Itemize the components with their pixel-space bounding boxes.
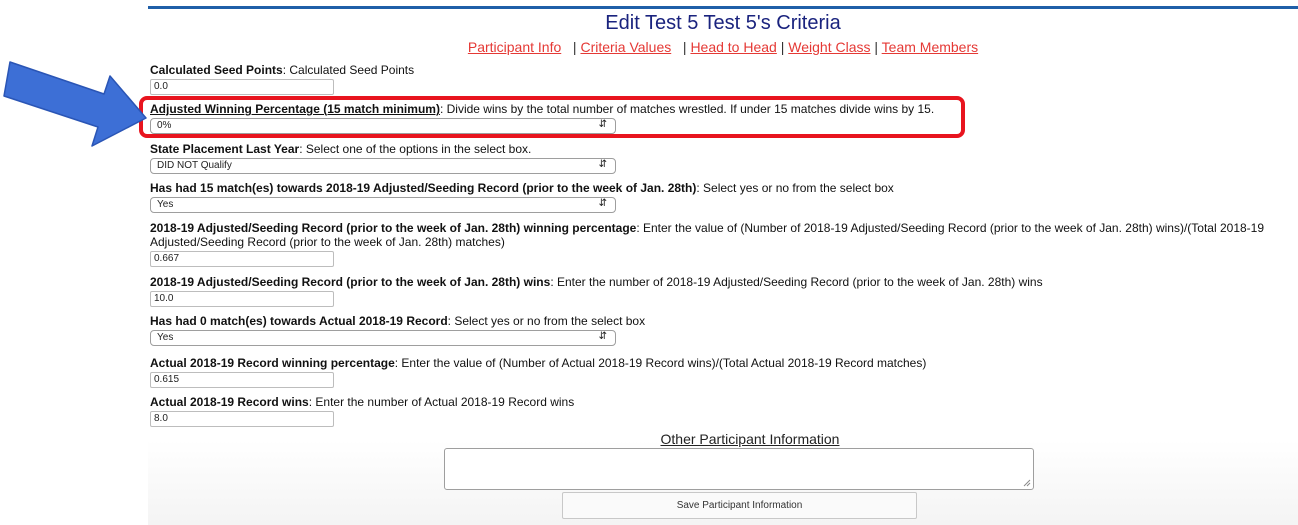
field-label: Calculated Seed Points: Calculated Seed … — [150, 63, 415, 77]
field-actual-winning-percentage: Actual 2018-19 Record winning percentage… — [150, 356, 1280, 388]
field-label: Actual 2018-19 Record winning percentage… — [150, 356, 927, 370]
arrow-annotation-icon — [3, 61, 147, 147]
nav-participant-info[interactable]: Participant Info — [468, 39, 561, 55]
select-value: Yes — [157, 199, 174, 210]
field-label: 2018-19 Adjusted/Seeding Record (prior t… — [150, 275, 1043, 289]
field-has-15-matches: Has had 15 match(es) towards 2018-19 Adj… — [150, 181, 1280, 213]
other-info-title: Other Participant Information — [660, 431, 840, 447]
adjusted-winning-pct-input[interactable]: 0.667 — [150, 251, 334, 267]
state-placement-select[interactable]: DID NOT Qualify ⇵ — [150, 158, 616, 174]
save-participant-button[interactable]: Save Participant Information — [562, 492, 917, 519]
nav-head-to-head[interactable]: Head to Head — [690, 39, 776, 55]
field-state-placement: State Placement Last Year: Select one of… — [150, 142, 1280, 174]
nav-links: Participant Info | Criteria Values | Hea… — [148, 39, 1298, 55]
field-adjusted-wins: 2018-19 Adjusted/Seeding Record (prior t… — [150, 275, 1280, 307]
actual-winning-pct-input[interactable]: 0.615 — [150, 372, 334, 388]
field-calculated-seed-points: Calculated Seed Points: Calculated Seed … — [150, 63, 1280, 95]
select-arrows-icon: ⇵ — [598, 331, 607, 342]
select-value: DID NOT Qualify — [157, 160, 232, 171]
nav-weight-class[interactable]: Weight Class — [788, 39, 870, 55]
nav-criteria-values[interactable]: Criteria Values — [580, 39, 671, 55]
field-actual-wins: Actual 2018-19 Record wins: Enter the nu… — [150, 395, 1280, 427]
adjusted-wins-input[interactable]: 10.0 — [150, 291, 334, 307]
highlight-box — [139, 96, 965, 138]
resize-grip-icon[interactable] — [1023, 479, 1031, 487]
top-accent-bar — [148, 6, 1298, 9]
field-label: Actual 2018-19 Record wins: Enter the nu… — [150, 395, 575, 409]
field-label: Has had 15 match(es) towards 2018-19 Adj… — [150, 181, 894, 195]
nav-team-members[interactable]: Team Members — [882, 39, 978, 55]
has-0-matches-select[interactable]: Yes ⇵ — [150, 330, 616, 346]
field-label: State Placement Last Year: Select one of… — [150, 142, 532, 156]
select-arrows-icon: ⇵ — [598, 198, 607, 209]
has-15-matches-select[interactable]: Yes ⇵ — [150, 197, 616, 213]
nav-separator: | — [572, 39, 577, 55]
field-adjusted-winning-pct-value: 2018-19 Adjusted/Seeding Record (prior t… — [150, 221, 1280, 267]
seed-points-input[interactable]: 0.0 — [150, 79, 334, 95]
select-value: Yes — [157, 332, 174, 343]
other-info-textarea[interactable] — [444, 448, 1034, 490]
page-title: Edit Test 5 Test 5's Criteria — [605, 12, 841, 34]
nav-separator: | — [682, 39, 687, 55]
nav-separator: | — [874, 39, 879, 55]
field-has-0-matches: Has had 0 match(es) towards Actual 2018-… — [150, 314, 1280, 346]
select-arrows-icon: ⇵ — [598, 159, 607, 170]
field-label: Has had 0 match(es) towards Actual 2018-… — [150, 314, 646, 328]
field-label: 2018-19 Adjusted/Seeding Record (prior t… — [150, 221, 1265, 249]
actual-wins-input[interactable]: 8.0 — [150, 411, 334, 427]
